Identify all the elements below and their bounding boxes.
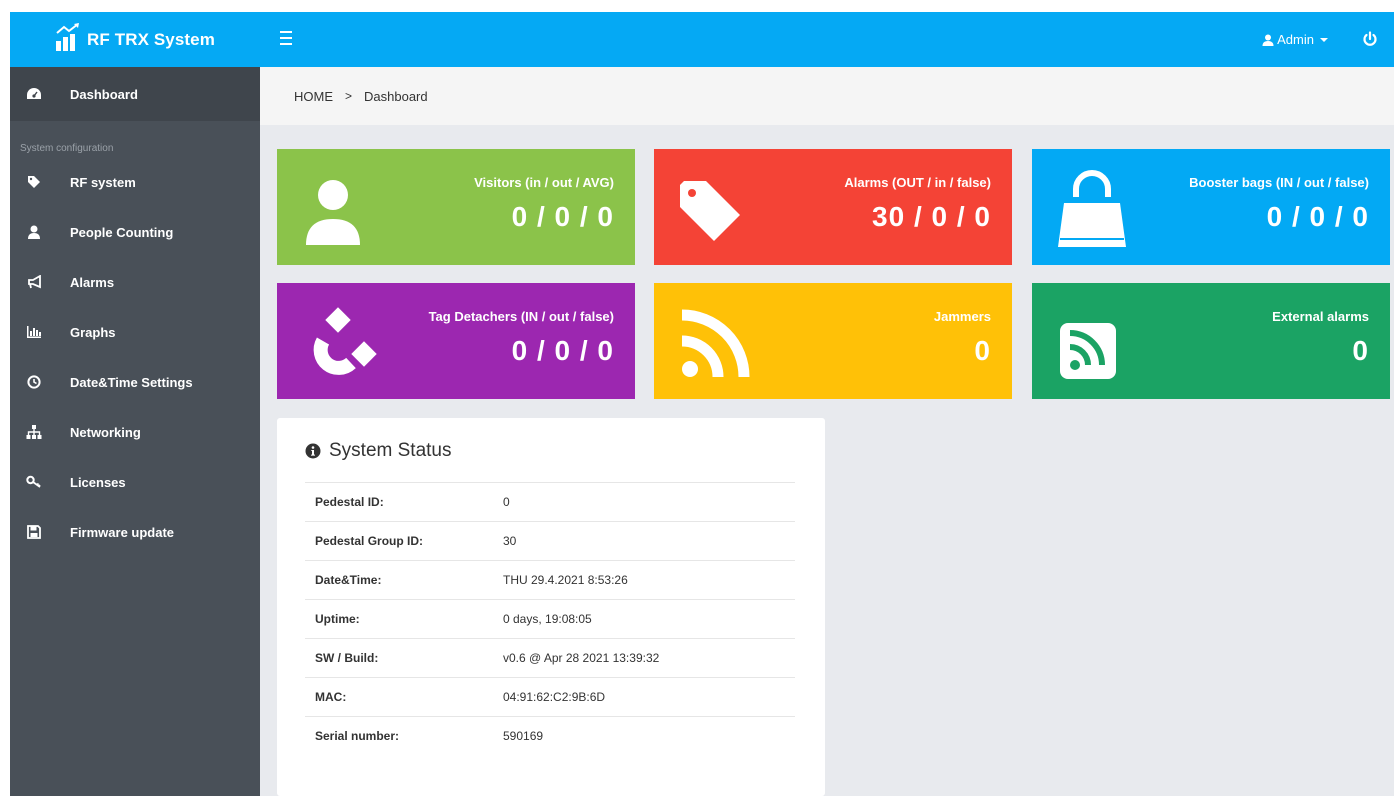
status-value: 590169 [503, 729, 544, 744]
card-value: 0 / 0 / 0 [1266, 201, 1369, 232]
sidebar-item-label: Alarms [70, 274, 115, 290]
table-row: Serial number: 590169 [305, 716, 795, 756]
status-value: v0.6 @ Apr 28 2021 13:39:32 [503, 651, 660, 665]
sidebar-item-graphs[interactable]: Graphs [10, 307, 260, 357]
table-row: Pedestal Group ID: 30 [305, 521, 795, 561]
user-menu[interactable]: Admin [1262, 32, 1328, 47]
sidebar-section-header: System configuration [20, 143, 114, 154]
sidebar-item-label: Firmware update [70, 524, 175, 540]
table-row: SW / Build: v0.6 @ Apr 28 2021 13:39:32 [305, 638, 795, 678]
rss-square-icon [1060, 323, 1116, 379]
card-title: External alarms [1272, 309, 1369, 324]
table-row: MAC: 04:91:62:C2:9B:6D [305, 677, 795, 717]
bar-chart-icon [26, 324, 42, 340]
sidebar-item-label: Dashboard [70, 86, 138, 102]
status-value: 30 [503, 534, 517, 548]
status-label: Pedestal ID: [315, 495, 384, 509]
status-label: Uptime: [315, 612, 360, 626]
card-value: 0 / 0 / 0 [511, 201, 614, 232]
panel-title-text: System Status [329, 440, 452, 461]
power-icon[interactable] [1362, 31, 1378, 47]
dashboard-icon [26, 86, 42, 102]
jammers-card[interactable]: Jammers 0 [654, 283, 1012, 399]
sidebar: Dashboard System configuration RF system… [10, 67, 260, 796]
status-value: 04:91:62:C2:9B:6D [503, 690, 606, 704]
sidebar-item-networking[interactable]: Networking [10, 407, 260, 457]
sidebar-item-label: RF system [70, 174, 136, 190]
shopping-bag-icon [1058, 170, 1126, 247]
menu-toggle-icon[interactable] [280, 31, 292, 45]
sidebar-item-datetime-settings[interactable]: Date&Time Settings [10, 357, 260, 407]
tag-icon [26, 174, 42, 190]
sidebar-item-label: People Counting [70, 224, 174, 240]
sidebar-item-rf-system[interactable]: RF system [10, 157, 260, 207]
breadcrumb-current: Dashboard [364, 88, 428, 104]
breadcrumb: HOME > Dashboard [260, 67, 1394, 125]
panel-title: System Status [305, 440, 452, 462]
status-label: SW / Build: [315, 651, 379, 665]
system-status-panel: System Status Pedestal ID: 0 Pedestal Gro… [277, 418, 825, 796]
card-title: Tag Detachers (IN / out / false) [428, 309, 614, 324]
rss-icon [681, 309, 750, 378]
sidebar-item-label: Date&Time Settings [70, 374, 193, 390]
key-icon [26, 474, 42, 490]
user-name: Admin [1277, 32, 1314, 47]
app-title: RF TRX System [87, 29, 215, 49]
sitemap-icon [26, 424, 42, 440]
breadcrumb-separator: > [345, 89, 353, 103]
info-circle-icon [305, 443, 321, 459]
status-value: 0 days, 19:08:05 [503, 612, 592, 626]
status-label: MAC: [315, 690, 347, 704]
clock-icon [26, 374, 42, 390]
save-icon [26, 524, 42, 540]
sidebar-item-people-counting[interactable]: People Counting [10, 207, 260, 257]
card-title: Visitors (in / out / AVG) [474, 175, 614, 190]
user-icon [1262, 34, 1274, 46]
tag-detachers-card[interactable]: Tag Detachers (IN / out / false) 0 / 0 /… [277, 283, 635, 399]
signal-bars-logo-icon [56, 22, 80, 51]
caret-down-icon [1320, 37, 1328, 42]
card-value: 0 [974, 335, 991, 366]
status-value: THU 29.4.2021 8:53:26 [503, 573, 628, 587]
card-value: 0 / 0 / 0 [511, 335, 614, 366]
visitors-card[interactable]: Visitors (in / out / AVG) 0 / 0 / 0 [277, 149, 635, 265]
status-label: Date&Time: [315, 573, 382, 587]
status-value: 0 [503, 495, 510, 509]
table-row: Date&Time: THU 29.4.2021 8:53:26 [305, 560, 795, 600]
card-title: Jammers [933, 309, 991, 324]
sidebar-item-licenses[interactable]: Licenses [10, 457, 260, 507]
sidebar-item-alarms[interactable]: Alarms [10, 257, 260, 307]
user-icon [26, 224, 42, 240]
card-value: 0 [1352, 335, 1369, 366]
top-bar: RF TRX System Admin [10, 12, 1394, 67]
breadcrumb-home-link[interactable]: HOME [294, 89, 333, 104]
status-label: Serial number: [315, 729, 400, 744]
alarms-card[interactable]: Alarms (OUT / in / false) 30 / 0 / 0 [654, 149, 1012, 265]
booster-bags-card[interactable]: Booster bags (IN / out / false) 0 / 0 / … [1032, 149, 1390, 265]
table-row: Pedestal ID: 0 [305, 482, 795, 522]
external-alarms-card[interactable]: External alarms 0 [1032, 283, 1390, 399]
tag-icon [680, 181, 740, 241]
sidebar-item-dashboard[interactable]: Dashboard [10, 67, 260, 121]
sidebar-item-firmware-update[interactable]: Firmware update [10, 507, 260, 557]
status-label: Pedestal Group ID: [315, 534, 424, 548]
magnet-icon [313, 307, 377, 375]
card-title: Alarms (OUT / in / false) [844, 175, 991, 190]
sidebar-item-label: Graphs [70, 324, 116, 340]
status-table: Pedestal ID: 0 Pedestal Group ID: 30 Date&… [305, 482, 795, 756]
card-value: 30 / 0 / 0 [872, 201, 991, 232]
sidebar-item-label: Networking [70, 424, 141, 440]
card-title: Booster bags (IN / out / false) [1189, 175, 1369, 190]
brand[interactable]: RF TRX System [10, 12, 260, 67]
table-row: Uptime: 0 days, 19:08:05 [305, 599, 795, 639]
app-window: RF TRX System Admin Dashboard System con… [10, 12, 1394, 796]
user-icon [306, 180, 360, 245]
bullhorn-icon [26, 274, 42, 290]
sidebar-item-label: Licenses [70, 474, 126, 490]
